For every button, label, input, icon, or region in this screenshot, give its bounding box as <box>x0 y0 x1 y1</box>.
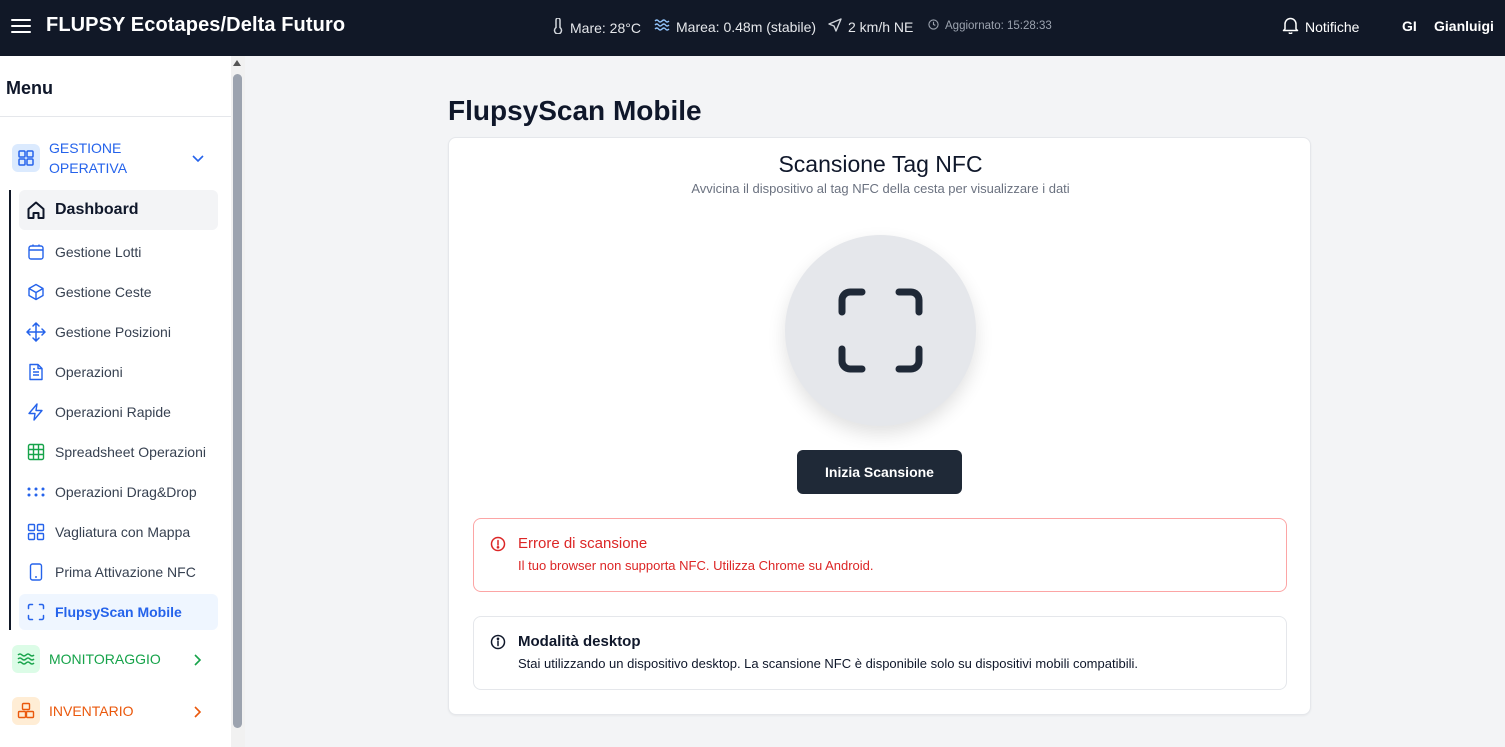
nav-item-operazioni-rapide[interactable]: Operazioni Rapide <box>19 394 218 430</box>
clock-icon <box>928 19 939 33</box>
nav-item-operazioni[interactable]: Operazioni <box>19 354 218 390</box>
scan-frame-icon <box>838 288 923 373</box>
info-title: Modalità desktop <box>518 633 641 650</box>
home-icon <box>26 200 46 220</box>
start-scan-button[interactable]: Inizia Scansione <box>797 450 962 494</box>
info-icon <box>490 634 506 655</box>
last-update-text: Aggiornato: 15:28:33 <box>945 20 1052 32</box>
group-monitoraggio[interactable]: MONITORAGGIO <box>12 645 161 673</box>
scan-icon <box>26 602 46 622</box>
scroll-up-arrow-icon[interactable] <box>233 60 241 66</box>
nav-label: Spreadsheet Operazioni <box>55 444 206 460</box>
nav-item-operazioni-dragdrop[interactable]: Operazioni Drag&Drop <box>19 474 218 510</box>
nav-label: Operazioni Drag&Drop <box>55 484 197 500</box>
hamburger-menu-icon[interactable] <box>11 16 31 36</box>
nav-label: Gestione Ceste <box>55 284 152 300</box>
scan-area[interactable] <box>785 235 976 426</box>
nav-item-gestione-ceste[interactable]: Gestione Ceste <box>19 274 218 310</box>
notifications-button[interactable]: Notifiche <box>1282 16 1359 37</box>
user-name[interactable]: Gianluigi <box>1434 18 1494 34</box>
wind-info: 2 km/h NE <box>828 18 913 35</box>
app-title: FLUPSY Ecotapes/Delta Futuro <box>46 14 346 36</box>
nav-item-vagliatura-mappa[interactable]: Vagliatura con Mappa <box>19 514 218 550</box>
info-message: Stai utilizzando un dispositivo desktop.… <box>518 656 1138 671</box>
submenu-line <box>9 190 11 630</box>
waves-icon <box>654 18 670 35</box>
sea-temperature: Mare: 28°C <box>552 17 641 37</box>
group-gestione-operativa[interactable]: GESTIONE OPERATIVA <box>12 138 159 178</box>
lightning-icon <box>26 402 46 422</box>
boxes-icon <box>12 697 40 725</box>
nfc-scan-card: Scansione Tag NFC Avvicina il dispositiv… <box>448 137 1311 715</box>
sidebar-scroll-thumb[interactable] <box>233 74 242 728</box>
notifications-label: Notifiche <box>1305 18 1360 35</box>
group-inventario[interactable]: INVENTARIO <box>12 697 134 725</box>
chevron-down-icon[interactable] <box>191 151 205 169</box>
nav-label: Gestione Lotti <box>55 244 142 260</box>
table-icon <box>26 442 46 462</box>
error-alert: Errore di scansione Il tuo browser non s… <box>473 518 1287 592</box>
divider <box>0 116 231 117</box>
waves-icon <box>12 645 40 673</box>
nav-label: Operazioni Rapide <box>55 404 171 420</box>
nav-item-prima-attivazione-nfc[interactable]: Prima Attivazione NFC <box>19 554 218 590</box>
top-header: FLUPSY Ecotapes/Delta Futuro Mare: 28°C … <box>0 0 1505 56</box>
move-icon <box>26 322 46 342</box>
last-update: Aggiornato: 15:28:33 <box>928 19 1052 33</box>
page-title: FlupsyScan Mobile <box>448 95 702 126</box>
group-label: MONITORAGGIO <box>49 651 161 667</box>
group-label: INVENTARIO <box>49 703 134 719</box>
layout-grid-icon <box>26 522 46 542</box>
error-message: Il tuo browser non supporta NFC. Utilizz… <box>518 558 874 573</box>
nav-label: Vagliatura con Mappa <box>55 524 191 540</box>
file-text-icon <box>26 362 46 382</box>
nav-item-gestione-posizioni[interactable]: Gestione Posizioni <box>19 314 218 350</box>
tide-text: Marea: 0.48m (stabile) <box>676 18 817 35</box>
calendar-box-icon <box>26 242 46 262</box>
info-alert: Modalità desktop Stai utilizzando un dis… <box>473 616 1287 690</box>
sea-temperature-text: Mare: 28°C <box>570 19 641 36</box>
error-title: Errore di scansione <box>518 535 648 552</box>
nav-item-flupsyscan-mobile[interactable]: FlupsyScan Mobile <box>19 594 218 630</box>
cube-icon <box>26 282 46 302</box>
chevron-right-icon[interactable] <box>193 705 203 724</box>
nav-item-spreadsheet-operazioni[interactable]: Spreadsheet Operazioni <box>19 434 218 470</box>
nav-label: Operazioni <box>55 364 123 380</box>
nav-label: Gestione Posizioni <box>55 324 171 340</box>
navigation-arrow-icon <box>828 18 842 35</box>
sidebar: Menu GESTIONE OPERATIVA Dashboard Gestio… <box>0 56 245 747</box>
layout-grid-icon <box>12 144 40 172</box>
nav-label: Dashboard <box>55 201 139 218</box>
wind-text: 2 km/h NE <box>848 18 914 35</box>
chevron-right-icon[interactable] <box>193 653 203 672</box>
user-avatar[interactable]: GI <box>1402 18 1417 34</box>
tide-info: Marea: 0.48m (stabile) <box>654 18 816 35</box>
group-label: GESTIONE OPERATIVA <box>49 140 128 176</box>
nav-item-gestione-lotti[interactable]: Gestione Lotti <box>19 234 218 270</box>
nav-item-dashboard[interactable]: Dashboard <box>19 190 218 230</box>
thermometer-icon <box>552 17 564 37</box>
card-subtitle: Avvicina il dispositivo al tag NFC della… <box>691 181 1070 196</box>
alert-circle-icon <box>490 536 506 557</box>
nav-label: FlupsyScan Mobile <box>55 604 182 620</box>
nav-label: Prima Attivazione NFC <box>55 564 196 580</box>
card-title: Scansione Tag NFC <box>778 151 983 177</box>
dots-grid-icon <box>26 482 46 502</box>
smartphone-icon <box>26 562 46 582</box>
menu-title: Menu <box>6 78 53 98</box>
bell-icon <box>1282 16 1299 37</box>
